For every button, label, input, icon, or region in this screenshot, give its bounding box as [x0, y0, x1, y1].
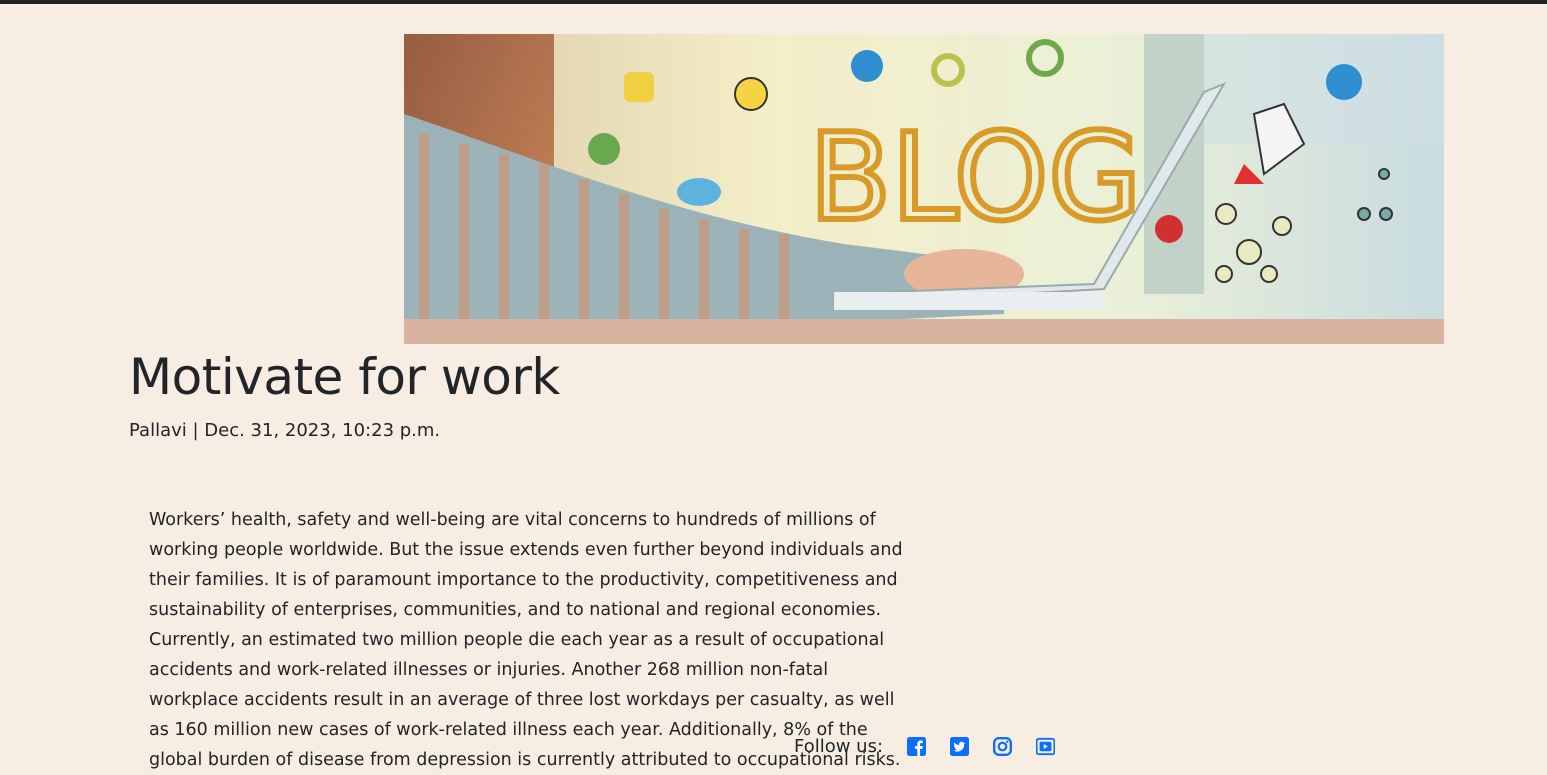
twitter-icon[interactable]	[950, 736, 970, 756]
follow-us-bar: Follow us:	[794, 732, 1079, 760]
post-title: Motivate for work	[129, 348, 560, 406]
banner-blog-text: BLOG	[809, 109, 1141, 248]
facebook-icon[interactable]	[907, 736, 927, 756]
hero-banner-image: BLOG	[404, 34, 1444, 344]
instagram-icon[interactable]	[993, 736, 1013, 756]
post-meta: Pallavi | Dec. 31, 2023, 10:23 p.m.	[129, 420, 441, 441]
follow-us-label: Follow us:	[794, 735, 884, 757]
top-bar	[0, 0, 1547, 4]
youtube-icon[interactable]	[1035, 737, 1056, 756]
